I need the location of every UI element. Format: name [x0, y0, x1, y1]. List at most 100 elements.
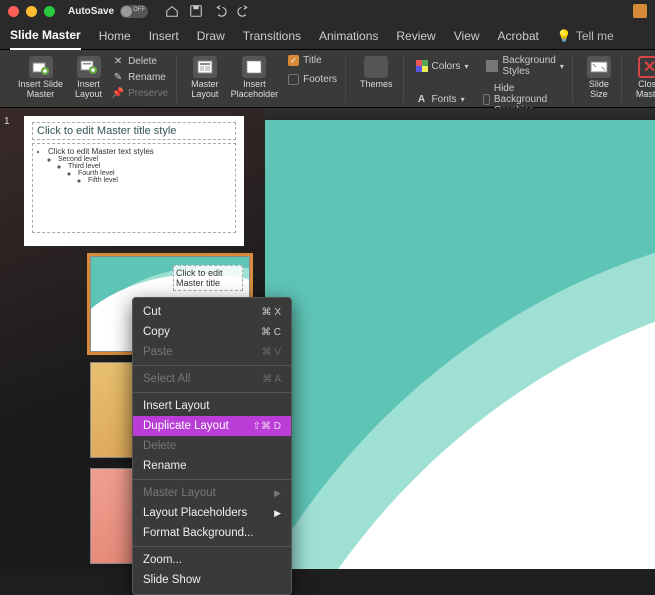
slide-number: 1: [4, 116, 10, 127]
ribbon-group-close: ✕ Close Master: [626, 54, 655, 103]
body-level-5: Fifth level: [88, 177, 230, 184]
bg-styles-icon: [486, 60, 498, 72]
minimize-window-button[interactable]: [26, 6, 37, 17]
insert-placeholder-button[interactable]: Insert Placeholder: [227, 54, 283, 102]
ctx-slide-show[interactable]: Slide Show: [133, 570, 291, 590]
ribbon-group-background: Colors▾ Background Styles▾ AFonts▾ Hide …: [408, 54, 573, 103]
delete-icon: ✕: [112, 55, 124, 67]
ctx-format-bg-label: Format Background...: [143, 527, 254, 539]
master-body-placeholder: Click to edit Master text styles Second …: [32, 143, 236, 233]
tab-slide-master[interactable]: Slide Master: [10, 22, 81, 50]
checkbox-checked-icon: ✓: [288, 55, 299, 66]
ctx-duplicate-layout[interactable]: Duplicate Layout⇧⌘ D: [133, 416, 291, 436]
ctx-cut-shortcut: ⌘ X: [262, 307, 281, 318]
ctx-copy-shortcut: ⌘ C: [261, 327, 281, 338]
tab-transitions[interactable]: Transitions: [243, 23, 301, 49]
close-master-label: Close Master: [636, 80, 655, 100]
autosave-control: AutoSave OFF: [68, 5, 148, 18]
slide-preview[interactable]: [265, 120, 655, 569]
ctx-format-background[interactable]: Format Background...: [133, 523, 291, 543]
ctx-rename-label: Rename: [143, 460, 186, 472]
insert-layout-label: Insert Layout: [75, 80, 102, 100]
context-menu: Cut⌘ X Copy⌘ C Paste⌘ V Select All ⌘ A In…: [132, 297, 292, 595]
fonts-icon: A: [416, 94, 428, 106]
ctx-paste-shortcut: ⌘ V: [262, 347, 281, 358]
tab-draw[interactable]: Draw: [197, 23, 225, 49]
tab-animations[interactable]: Animations: [319, 23, 378, 49]
insert-slide-master-button[interactable]: Insert Slide Master: [14, 54, 67, 102]
preserve-button[interactable]: 📌Preserve: [110, 86, 170, 100]
menu-separator: [133, 546, 291, 547]
ctx-select-all-label: Select All: [143, 373, 190, 385]
ctx-rename[interactable]: Rename: [133, 456, 291, 476]
toggle-knob: [121, 6, 132, 17]
title-checkbox[interactable]: ✓Title: [286, 54, 339, 67]
ctx-duplicate-layout-label: Duplicate Layout: [143, 420, 229, 432]
themes-icon: [364, 56, 388, 78]
workspace: 1 Click to edit Master title style Click…: [0, 108, 655, 569]
close-window-button[interactable]: [8, 6, 19, 17]
tab-view[interactable]: View: [454, 23, 480, 49]
slide-canvas: [265, 108, 655, 569]
ctx-master-layout[interactable]: Master Layout▶: [133, 483, 291, 503]
ribbon: Insert Slide Master Insert Layout ✕Delet…: [0, 50, 655, 108]
master-layout-label: Master Layout: [191, 80, 219, 100]
window-controls: [8, 6, 55, 17]
rename-button[interactable]: ✎ Rename: [110, 70, 170, 84]
maximize-window-button[interactable]: [44, 6, 55, 17]
slide-size-icon: [587, 56, 611, 78]
save-icon[interactable]: [189, 4, 203, 18]
checkbox-unchecked-icon: [288, 74, 299, 85]
body-level-4: Fourth level: [78, 170, 230, 177]
ctx-copy[interactable]: Copy⌘ C: [133, 322, 291, 342]
delete-button[interactable]: ✕Delete: [110, 54, 170, 68]
ctx-paste[interactable]: Paste⌘ V: [133, 342, 291, 362]
ribbon-group-size: Slide Size: [577, 54, 622, 103]
tell-me-search[interactable]: 💡 Tell me: [557, 29, 614, 43]
tab-review[interactable]: Review: [396, 23, 435, 49]
rename-label: Rename: [128, 72, 166, 83]
ctx-zoom[interactable]: Zoom...: [133, 550, 291, 570]
home-icon[interactable]: [165, 4, 179, 18]
ctx-select-all-shortcut: ⌘ A: [262, 374, 281, 385]
footers-checkbox[interactable]: Footers: [286, 73, 339, 86]
placeholder-icon: [242, 56, 266, 78]
slide-size-button[interactable]: Slide Size: [583, 54, 615, 102]
insert-layout-button[interactable]: Insert Layout: [71, 54, 106, 102]
tab-home[interactable]: Home: [99, 23, 131, 49]
chevron-right-icon: ▶: [274, 508, 281, 519]
tab-insert[interactable]: Insert: [149, 23, 179, 49]
window-titlebar: AutoSave OFF: [0, 0, 655, 22]
themes-button[interactable]: Themes: [356, 54, 397, 92]
qat-icons: [165, 4, 251, 18]
close-master-button[interactable]: ✕ Close Master: [632, 54, 655, 102]
rename-icon: ✎: [112, 71, 124, 83]
ctx-layout-placeholders[interactable]: Layout Placeholders ▶: [133, 503, 291, 523]
ctx-delete[interactable]: Delete: [133, 436, 291, 456]
ribbon-tabs: Slide Master Home Insert Draw Transition…: [0, 22, 655, 50]
master-thumbnail[interactable]: Click to edit Master title style Click t…: [24, 116, 244, 246]
master-layout-button[interactable]: Master Layout: [187, 54, 223, 102]
ribbon-display-button[interactable]: [633, 4, 647, 18]
background-styles-dropdown[interactable]: Background Styles▾: [484, 54, 565, 78]
ctx-select-all[interactable]: Select All ⌘ A: [133, 369, 291, 389]
autosave-toggle[interactable]: OFF: [120, 5, 148, 18]
ribbon-group-edit-master: Insert Slide Master Insert Layout ✕Delet…: [8, 54, 177, 103]
ctx-insert-layout[interactable]: Insert Layout: [133, 396, 291, 416]
bg-styles-label: Background Styles: [502, 55, 555, 77]
chevron-down-icon: ▾: [461, 95, 465, 104]
colors-dropdown[interactable]: Colors▾: [414, 54, 471, 78]
footers-checkbox-label: Footers: [303, 74, 337, 85]
slide-master-icon: [29, 56, 53, 78]
themes-label: Themes: [360, 80, 393, 90]
undo-icon[interactable]: [213, 4, 227, 18]
layout-icon: [77, 56, 101, 78]
fonts-label: Fonts: [432, 94, 457, 105]
tab-acrobat[interactable]: Acrobat: [498, 23, 539, 49]
ctx-zoom-label: Zoom...: [143, 554, 182, 566]
ctx-layout-placeholders-label: Layout Placeholders: [143, 507, 247, 519]
redo-icon[interactable]: [237, 4, 251, 18]
ctx-cut[interactable]: Cut⌘ X: [133, 302, 291, 322]
ctx-insert-layout-label: Insert Layout: [143, 400, 209, 412]
body-level-1: Click to edit Master text styles: [48, 147, 230, 156]
